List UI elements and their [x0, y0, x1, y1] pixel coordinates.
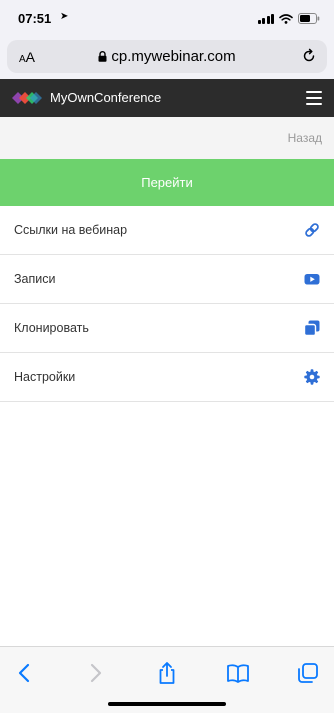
signal-icon	[257, 13, 274, 24]
status-bar: 07:51 ➤	[0, 0, 334, 36]
go-button[interactable]: Перейти	[0, 159, 334, 206]
back-link[interactable]: Назад	[288, 131, 322, 145]
menu-list: Ссылки на вебинар Записи Клонировать Нас…	[0, 206, 334, 402]
menu-item-clone[interactable]: Клонировать	[0, 304, 334, 353]
app-header: MyOwnConference	[0, 79, 334, 117]
home-indicator	[108, 702, 226, 706]
menu-item-label: Настройки	[14, 370, 76, 384]
browser-address-area: AA cp.mywebinar.com	[0, 36, 334, 79]
menu-item-recordings[interactable]: Записи	[0, 255, 334, 304]
wifi-icon	[279, 13, 293, 24]
link-icon	[305, 223, 319, 237]
status-indicators	[257, 13, 321, 24]
back-icon[interactable]	[12, 661, 36, 685]
forward-icon[interactable]	[84, 661, 108, 685]
url-text: cp.mywebinar.com	[111, 48, 236, 65]
status-time: 07:51	[18, 11, 52, 26]
menu-item-label: Ссылки на вебинар	[14, 223, 128, 237]
menu-item-webinar-links[interactable]: Ссылки на вебинар	[0, 206, 334, 255]
youtube-icon	[304, 274, 320, 285]
menu-item-label: Клонировать	[14, 321, 89, 335]
brand-name: MyOwnConference	[50, 90, 162, 105]
menu-icon[interactable]	[306, 91, 322, 105]
menu-item-label: Записи	[14, 272, 56, 286]
reload-icon[interactable]	[301, 48, 317, 69]
tabs-icon[interactable]	[296, 661, 320, 685]
battery-icon	[298, 13, 320, 24]
back-row: Назад	[0, 117, 334, 159]
location-arrow-icon: ➤	[60, 11, 69, 22]
lock-icon	[98, 49, 107, 66]
logo-icon	[12, 92, 42, 104]
bookmarks-icon[interactable]	[226, 661, 250, 685]
menu-item-settings[interactable]: Настройки	[0, 353, 334, 402]
address-bar[interactable]: AA cp.mywebinar.com	[7, 40, 327, 73]
browser-toolbar	[0, 646, 334, 713]
share-icon[interactable]	[155, 661, 179, 685]
gear-icon	[304, 369, 320, 385]
clone-icon	[304, 320, 320, 336]
url-display[interactable]: cp.mywebinar.com	[7, 48, 327, 66]
